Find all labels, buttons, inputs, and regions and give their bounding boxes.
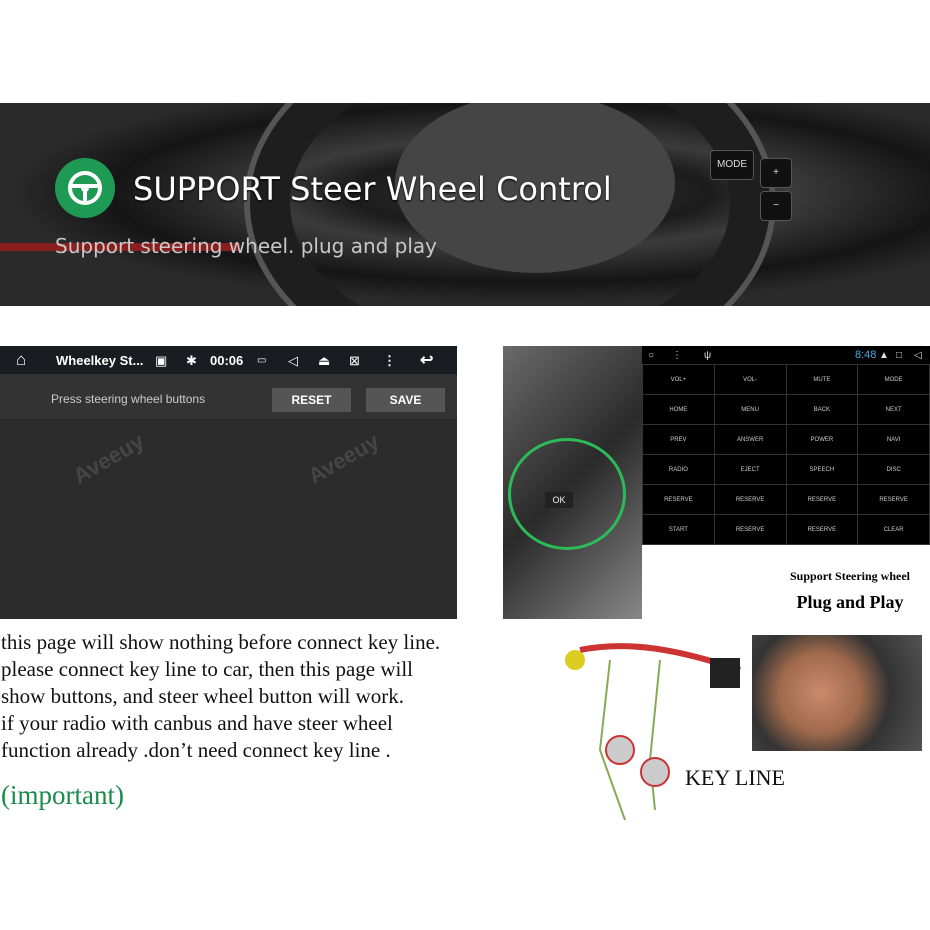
key-grid-row: VOL+ VOL- MUTE MODE xyxy=(642,364,930,395)
key-line-label: KEY LINE xyxy=(685,765,785,790)
important-note: (important) xyxy=(1,780,124,810)
key-grid-cell[interactable]: NEXT xyxy=(857,394,930,425)
key-grid-cell[interactable]: MUTE xyxy=(785,364,859,395)
reset-button[interactable]: RESET xyxy=(272,388,351,412)
note-line: please connect key line to car, then thi… xyxy=(1,657,414,681)
key-grid-cell[interactable]: RESERVE xyxy=(642,484,715,515)
key-grid-cell[interactable]: RESERVE xyxy=(785,484,859,515)
eject-icon: ▲ xyxy=(879,349,889,361)
eject-icon[interactable]: ⏏ xyxy=(318,353,330,369)
key-grid-cell[interactable]: RESERVE xyxy=(857,484,930,515)
back-icon[interactable]: ↩ xyxy=(420,350,433,370)
more-icon: ⋮ xyxy=(672,349,682,361)
close-window-icon[interactable]: ⊠ xyxy=(349,353,360,369)
key-grid-cell[interactable]: CLEAR xyxy=(857,514,930,545)
key-grid-row: PREV ANSWER POWER NAVI xyxy=(642,424,930,455)
connector-hand-photo xyxy=(752,635,922,751)
watermark: Aveeuy xyxy=(303,428,384,489)
app-title: Wheelkey St... xyxy=(56,353,144,368)
action-row: Press steering wheel buttons RESET SAVE xyxy=(0,374,457,419)
status-bar: ⌂ Wheelkey St... ▣ ✱ 00:06 ▭ ◁ ⏏ ⊠ ⋮ ↩ xyxy=(0,346,457,374)
plug-and-play-label: Support Steering wheel Plug and Play xyxy=(770,563,930,635)
key-learning-grid-screen: ○ ⋮ ψ 8:48 ▲ □ ◁ VOL+ VOL- MUTE MODE HOME MEN… xyxy=(642,346,930,545)
plug-play-line1: Support Steering wheel xyxy=(790,569,910,583)
key-grid: VOL+ VOL- MUTE MODE HOME MENU BACK NEXT PREV ANSW… xyxy=(642,364,930,545)
key-grid-cell[interactable]: RESERVE xyxy=(785,514,859,545)
instruction-text: Press steering wheel buttons xyxy=(51,392,206,406)
key-grid-cell[interactable]: START xyxy=(642,514,715,545)
key-grid-cell[interactable]: DISC xyxy=(857,454,930,485)
key-grid-cell[interactable]: EJECT xyxy=(713,454,787,485)
key-grid-cell[interactable]: PREV xyxy=(642,424,715,455)
recents-icon: □ xyxy=(896,349,903,361)
key-grid-cell[interactable]: BACK xyxy=(785,394,859,425)
plus-button-photo: + xyxy=(760,158,792,188)
banner-title: SUPPORT Steer Wheel Control xyxy=(133,170,612,208)
key-grid-row: RADIO EJECT SPEECH DISC xyxy=(642,454,930,485)
key-grid-cell[interactable]: NAVI xyxy=(857,424,930,455)
image-icon: ▣ xyxy=(155,353,168,368)
key-grid-cell[interactable]: SPEECH xyxy=(785,454,859,485)
key-grid-cell[interactable]: POWER xyxy=(785,424,859,455)
note-line: show buttons, and steer wheel button wil… xyxy=(1,684,405,708)
plug-play-line2: Plug and Play xyxy=(796,592,904,612)
key-grid-cell[interactable]: RESERVE xyxy=(713,484,787,515)
home-icon[interactable]: ⌂ xyxy=(16,350,26,370)
wheelkey-app-screenshot: ⌂ Wheelkey St... ▣ ✱ 00:06 ▭ ◁ ⏏ ⊠ ⋮ ↩ P… xyxy=(0,346,457,619)
mode-button-photo: MODE xyxy=(710,150,754,180)
steering-buttons-photo: OK xyxy=(503,346,642,619)
key-line-cable-image xyxy=(565,643,741,821)
note-line: this page will show nothing before conne… xyxy=(1,630,441,654)
screen-icon[interactable]: ▭ xyxy=(257,355,266,366)
grid-status-bar: ○ ⋮ ψ 8:48 ▲ □ ◁ xyxy=(642,346,930,364)
note-line: function already .don’t need connect key… xyxy=(1,738,391,762)
clock: 00:06 xyxy=(210,353,244,368)
key-grid-cell[interactable]: MODE xyxy=(857,364,930,395)
more-icon[interactable]: ⋮ xyxy=(383,353,396,369)
circle-icon: ○ xyxy=(648,349,655,361)
ok-button-photo: OK xyxy=(545,492,573,508)
key-grid-cell[interactable]: ANSWER xyxy=(713,424,787,455)
save-button[interactable]: SAVE xyxy=(366,388,445,412)
grid-clock: 8:48 xyxy=(855,349,877,361)
steering-wheel-icon xyxy=(55,158,115,218)
key-grid-row: RESERVE RESERVE RESERVE RESERVE xyxy=(642,484,930,515)
key-grid-cell[interactable]: RADIO xyxy=(642,454,715,485)
minus-button-photo: − xyxy=(760,191,792,221)
bluetooth-icon: ✱ xyxy=(186,353,197,368)
volume-icon[interactable]: ◁ xyxy=(288,353,298,369)
key-grid-row: HOME MENU BACK NEXT xyxy=(642,394,930,425)
key-grid-cell[interactable]: RESERVE xyxy=(713,514,787,545)
key-grid-row: START RESERVE RESERVE CLEAR xyxy=(642,514,930,545)
key-grid-cell[interactable]: HOME xyxy=(642,394,715,425)
watermark: Aveeuy xyxy=(68,428,149,489)
back-icon: ◁ xyxy=(914,349,922,361)
note-line: if your radio with canbus and have steer… xyxy=(1,711,393,735)
banner-subtitle: Support steering wheel. plug and play xyxy=(55,234,438,258)
key-grid-cell[interactable]: MENU xyxy=(713,394,787,425)
key-grid-cell[interactable]: VOL+ xyxy=(642,364,715,395)
usb-icon: ψ xyxy=(704,349,712,361)
key-grid-cell[interactable]: VOL- xyxy=(713,364,787,395)
